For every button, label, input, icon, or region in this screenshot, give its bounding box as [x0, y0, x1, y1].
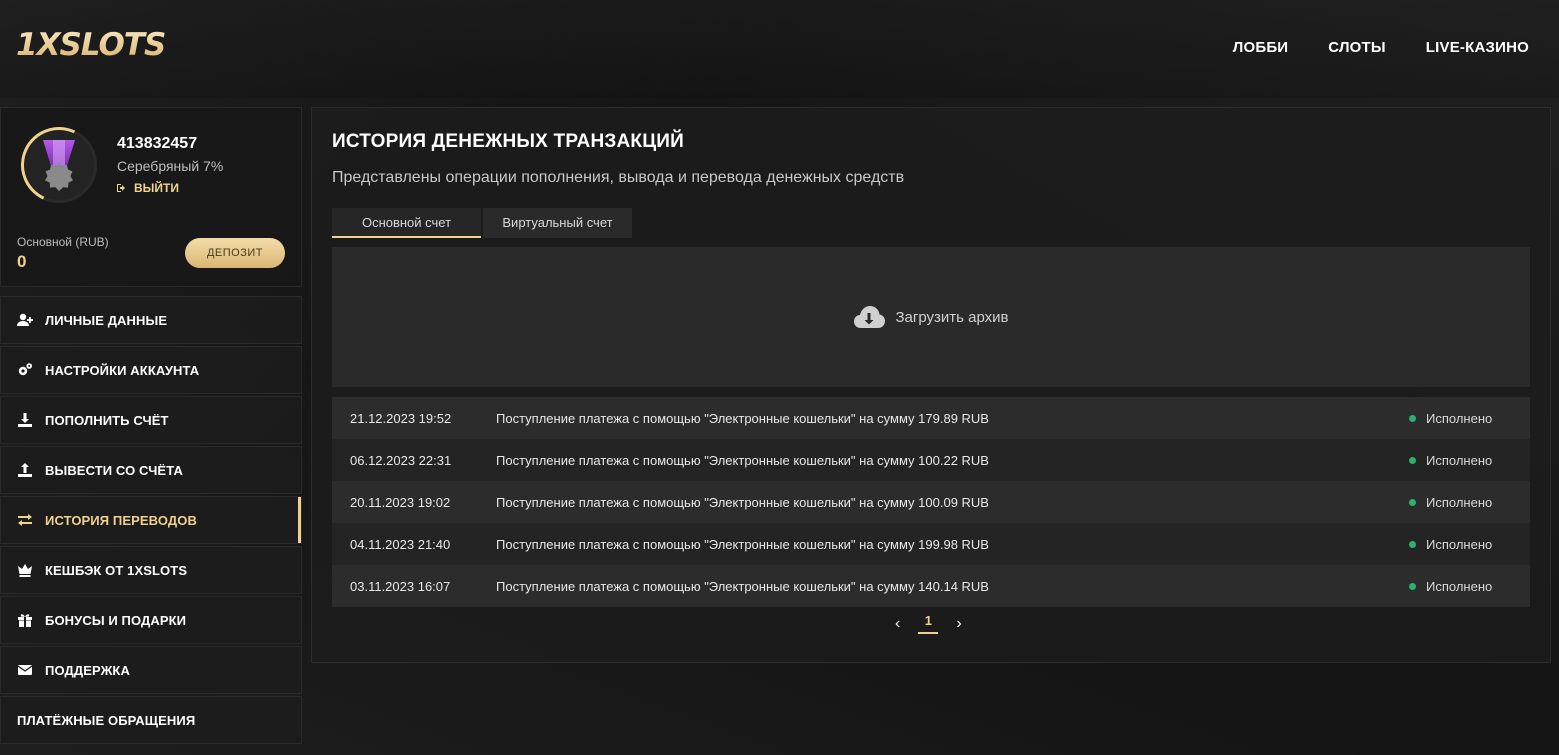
gears-icon: [17, 362, 33, 378]
status-label: Исполнено: [1426, 452, 1493, 468]
sidebar-item-support[interactable]: ПОДДЕРЖКА: [0, 646, 302, 694]
tab-main-account[interactable]: Основной счет: [332, 208, 481, 238]
crown-icon: [17, 562, 33, 578]
nav-lobby[interactable]: ЛОББИ: [1233, 39, 1289, 56]
status-label: Исполнено: [1426, 536, 1493, 552]
account-sidebar: 413832457 Серебряный 7% ВЫЙТИ Основной (…: [0, 107, 302, 746]
sidebar-item-label: ПОДДЕРЖКА: [45, 662, 130, 678]
account-tabs: Основной счет Виртуальный счет: [332, 208, 632, 238]
gift-icon: [17, 612, 33, 628]
sidebar-item-withdraw[interactable]: ВЫВЕСТИ СО СЧЁТА: [0, 446, 302, 494]
transactions-panel: ИСТОРИЯ ДЕНЕЖНЫХ ТРАНЗАКЦИЙ Представлены…: [311, 107, 1551, 663]
status-label: Исполнено: [1426, 494, 1493, 510]
sidebar-item-payment-requests[interactable]: ПЛАТЁЖНЫЕ ОБРАЩЕНИЯ: [0, 696, 302, 744]
main-nav: ЛОББИ СЛОТЫ LIVE-КАЗИНО: [1233, 39, 1529, 56]
transaction-status: Исполнено: [1409, 453, 1530, 468]
transaction-status: Исполнено: [1409, 579, 1530, 594]
table-row: 20.11.2023 19:02 Поступление платежа с п…: [332, 481, 1530, 523]
logout-link[interactable]: ВЫЙТИ: [117, 181, 179, 195]
sidebar-item-bonuses[interactable]: БОНУСЫ И ПОДАРКИ: [0, 596, 302, 644]
sidebar-item-label: ВЫВЕСТИ СО СЧЁТА: [45, 462, 183, 478]
sidebar-item-label: ПОПОЛНИТЬ СЧЁТ: [45, 412, 169, 428]
transaction-date: 21.12.2023 19:52: [350, 410, 452, 426]
transaction-description: Поступление платежа с помощью "Электронн…: [496, 452, 989, 468]
top-header: 1XSLOTS ЛОББИ СЛОТЫ LIVE-КАЗИНО: [0, 0, 1559, 98]
download-archive-button[interactable]: Загрузить архив: [332, 247, 1530, 387]
sidebar-item-label: ИСТОРИЯ ПЕРЕВОДОВ: [45, 512, 197, 528]
sidebar-item-cashback[interactable]: КЕШБЭК ОТ 1XSLOTS: [0, 546, 302, 594]
balance-label: Основной (RUB): [17, 235, 109, 249]
download-archive-label: Загрузить архив: [895, 308, 1009, 326]
table-row: 03.11.2023 16:07 Поступление платежа с п…: [332, 565, 1530, 607]
sidebar-item-label: ЛИЧНЫЕ ДАННЫЕ: [45, 312, 168, 328]
transaction-date: 06.12.2023 22:31: [350, 452, 452, 468]
next-page-chevron-icon[interactable]: ›: [956, 615, 961, 633]
sidebar-item-deposit[interactable]: ПОПОЛНИТЬ СЧЁТ: [0, 396, 302, 444]
status-dot-icon: [1409, 498, 1416, 506]
sidebar-item-personal-data[interactable]: ЛИЧНЫЕ ДАННЫЕ: [0, 296, 302, 344]
sidebar-item-label: БОНУСЫ И ПОДАРКИ: [45, 612, 187, 628]
sidebar-item-transfer-history[interactable]: ИСТОРИЯ ПЕРЕВОДОВ: [0, 496, 302, 544]
transaction-description: Поступление платежа с помощью "Электронн…: [496, 410, 989, 426]
sidebar-item-label: КЕШБЭК ОТ 1XSLOTS: [45, 562, 188, 578]
status-dot-icon: [1409, 414, 1416, 422]
table-row: 04.11.2023 21:40 Поступление платежа с п…: [332, 523, 1530, 565]
status-dot-icon: [1409, 582, 1416, 590]
sidebar-item-label: НАСТРОЙКИ АККАУНТА: [45, 362, 200, 378]
page-subtitle: Представлены операции пополнения, вывода…: [332, 169, 905, 186]
transaction-description: Поступление платежа с помощью "Электронн…: [496, 494, 989, 510]
current-page[interactable]: 1: [918, 613, 939, 634]
brand-logo[interactable]: 1XSLOTS: [16, 27, 166, 63]
status-label: Исполнено: [1426, 578, 1493, 594]
prev-page-chevron-icon[interactable]: ‹: [895, 615, 900, 633]
exchange-icon: [17, 512, 33, 528]
user-id: 413832457: [117, 135, 198, 152]
balance-value: 0: [17, 252, 27, 271]
nav-slots[interactable]: СЛОТЫ: [1328, 39, 1386, 56]
logout-icon: [117, 184, 125, 192]
transaction-date: 03.11.2023 16:07: [350, 578, 451, 594]
sidebar-item-label: ПЛАТЁЖНЫЕ ОБРАЩЕНИЯ: [17, 712, 196, 728]
download-icon: [17, 412, 33, 428]
envelope-icon: [17, 662, 33, 678]
upload-icon: [17, 462, 33, 478]
tab-virtual-account[interactable]: Виртуальный счет: [483, 208, 632, 238]
sidebar-item-account-settings[interactable]: НАСТРОЙКИ АККАУНТА: [0, 346, 302, 394]
transaction-status: Исполнено: [1409, 537, 1530, 552]
user-plus-icon: [17, 312, 33, 328]
status-dot-icon: [1409, 540, 1416, 548]
transaction-description: Поступление платежа с помощью "Электронн…: [496, 536, 989, 552]
transaction-status: Исполнено: [1409, 495, 1530, 510]
transaction-date: 20.11.2023 19:02: [350, 494, 451, 510]
nav-live-casino[interactable]: LIVE-КАЗИНО: [1426, 39, 1529, 56]
page-title: ИСТОРИЯ ДЕНЕЖНЫХ ТРАНЗАКЦИЙ: [332, 131, 684, 152]
deposit-button[interactable]: ДЕПОЗИТ: [185, 238, 285, 268]
user-level: Серебряный 7%: [117, 158, 224, 174]
status-dot-icon: [1409, 456, 1416, 464]
transactions-table: 21.12.2023 19:52 Поступление платежа с п…: [332, 397, 1530, 607]
table-row: 21.12.2023 19:52 Поступление платежа с п…: [332, 397, 1530, 439]
status-label: Исполнено: [1426, 410, 1493, 426]
pagination: ‹ 1 ›: [895, 613, 962, 634]
table-row: 06.12.2023 22:31 Поступление платежа с п…: [332, 439, 1530, 481]
cloud-download-icon: [854, 306, 886, 328]
transaction-date: 04.11.2023 21:40: [350, 536, 451, 552]
sidebar-menu: ЛИЧНЫЕ ДАННЫЕ НАСТРОЙКИ АККАУНТА ПОПОЛНИ…: [0, 296, 302, 744]
profile-card: 413832457 Серебряный 7% ВЫЙТИ Основной (…: [0, 107, 302, 287]
avatar: [10, 116, 108, 214]
logout-label: ВЫЙТИ: [134, 181, 179, 195]
transaction-description: Поступление платежа с помощью "Электронн…: [496, 578, 989, 594]
transaction-status: Исполнено: [1409, 411, 1530, 426]
